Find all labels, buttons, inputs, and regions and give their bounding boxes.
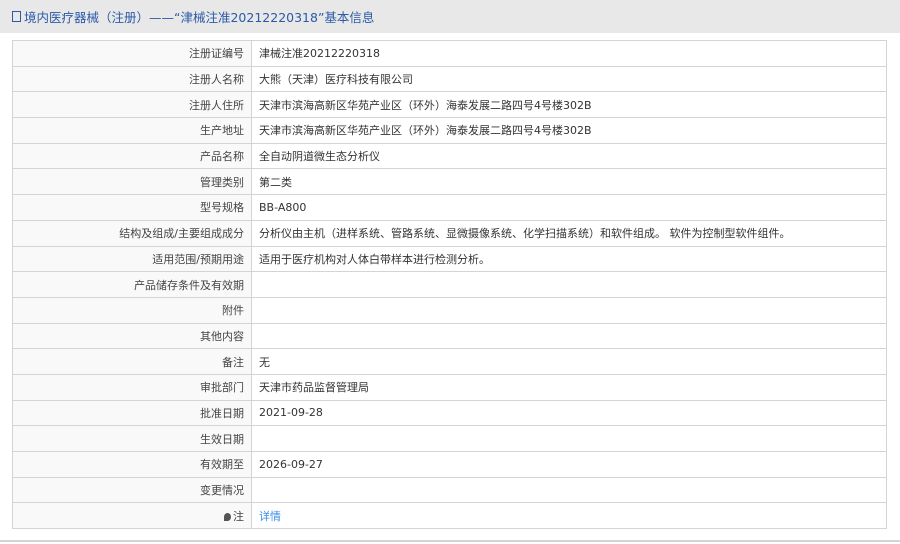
table-row: 有效期至 2026-09-27 [12,451,887,478]
field-value [251,425,887,452]
field-label: 批准日期 [12,399,252,427]
pin-icon [224,512,231,521]
field-value: 全自动阴道微生态分析仪 [251,142,887,170]
note-label: 注 [233,509,244,523]
table-row: 注册人名称 大熊（天津）医疗科技有限公司 [12,65,887,93]
field-value [251,296,887,324]
field-value: 天津市滨海高新区华苑产业区（环外）海泰发展二路四号4号楼302B [251,117,887,144]
table-row: 生产地址 天津市滨海高新区华苑产业区（环外）海泰发展二路四号4号楼302B [12,117,887,144]
field-label: 其他内容 [12,322,252,350]
field-value: 津械注准20212220318 [251,40,887,67]
details-link[interactable]: 详情 [259,510,281,523]
table-row: 审批部门 天津市药品监督管理局 [12,373,887,401]
table-row: 型号规格 BB-A800 [12,194,887,221]
table-row: 结构及组成/主要组成成分 分析仪由主机（进样系统、管路系统、显微摄像系统、化学扫描… [12,219,887,247]
field-value [251,322,887,350]
table-row-note: 注 详情 [12,502,887,530]
page-title: 境内医疗器械（注册）——“津械注准20212220318”基本信息 [24,10,375,25]
document-icon [12,11,21,22]
field-label: 注册人名称 [12,65,252,93]
table-row: 其他内容 [12,322,887,350]
field-value: 第二类 [251,168,887,196]
field-value [251,271,887,298]
field-label: 审批部门 [12,373,252,401]
field-label: 结构及组成/主要组成成分 [12,219,252,247]
field-label: 生产地址 [12,117,252,144]
field-label: 附件 [12,296,252,324]
field-label: 管理类别 [12,168,252,196]
field-value: 天津市滨海高新区华苑产业区（环外）海泰发展二路四号4号楼302B [251,91,887,119]
field-value: 适用于医疗机构对人体白带样本进行检测分析。 [251,245,887,273]
field-value: 2021-09-28 [251,399,887,427]
table-row: 产品名称 全自动阴道微生态分析仪 [12,142,887,170]
field-value: 2026-09-27 [251,451,887,478]
field-value: 无 [251,348,887,375]
info-table: 注册证编号 津械注准20212220318 注册人名称 大熊（天津）医疗科技有限公司注… [12,40,887,530]
page-header: 境内医疗器械（注册）——“津械注准20212220318”基本信息 [0,0,900,33]
field-label: 型号规格 [12,194,252,221]
field-value: 分析仪由主机（进样系统、管路系统、显微摄像系统、化学扫描系统）和软件组成。 软件… [251,219,887,247]
table-row: 管理类别 第二类 [12,168,887,196]
table-row: 备注无 [12,348,887,375]
field-value: BB-A800 [251,194,887,221]
field-value: 大熊（天津）医疗科技有限公司 [251,65,887,93]
field-value: 天津市药品监督管理局 [251,373,887,401]
field-label: 产品储存条件及有效期 [12,271,252,298]
field-label: 注册人住所 [12,91,252,119]
table-row: 变更情况 [12,476,887,504]
field-label: 生效日期 [12,425,252,452]
note-label-cell: 注 [12,502,252,530]
table-row: 注册证编号 津械注准20212220318 [12,40,887,67]
field-label: 变更情况 [12,476,252,504]
table-row: 适用范围/预期用途 适用于医疗机构对人体白带样本进行检测分析。 [12,245,887,273]
field-label: 有效期至 [12,451,252,478]
table-row: 附件 [12,296,887,324]
field-label: 注册证编号 [12,40,252,67]
field-label: 适用范围/预期用途 [12,245,252,273]
field-label: 产品名称 [12,142,252,170]
divider [0,540,900,542]
table-row: 产品储存条件及有效期 [12,271,887,298]
field-label: 备注 [12,348,252,375]
table-row: 生效日期 [12,425,887,452]
table-row: 注册人住所 天津市滨海高新区华苑产业区（环外）海泰发展二路四号4号楼302B [12,91,887,119]
table-row: 批准日期 2021-09-28 [12,399,887,427]
field-value [251,476,887,504]
